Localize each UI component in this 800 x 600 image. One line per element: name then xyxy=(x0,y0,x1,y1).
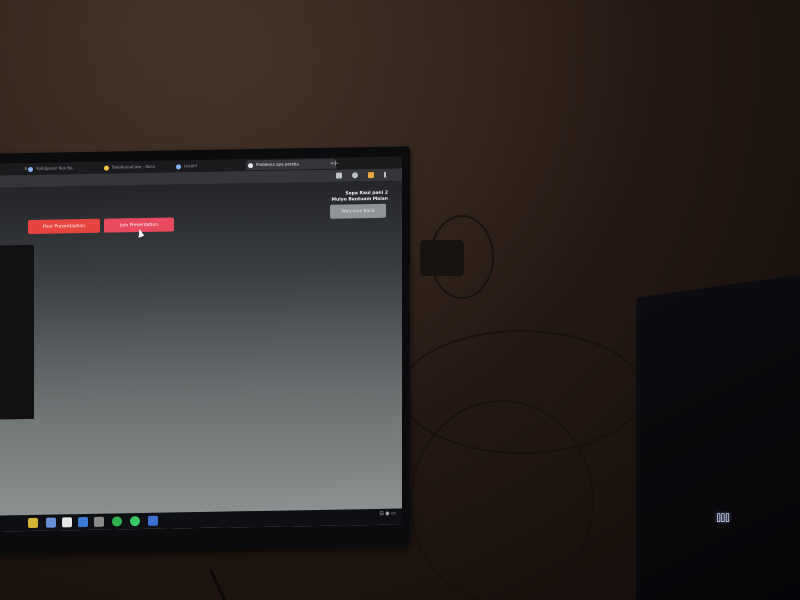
extension-icon[interactable] xyxy=(368,171,374,179)
user-subtitle: Mulyo Bentuam Maian xyxy=(331,196,388,203)
browser-tab[interactable]: Localif xyxy=(174,160,248,171)
tab-label: Localif xyxy=(184,163,197,169)
taskbar-app-icon[interactable] xyxy=(112,516,122,527)
pour-presentation-button[interactable]: Pour Presentastion xyxy=(28,218,100,235)
taskbar-app-icon[interactable] xyxy=(28,517,38,529)
tab-label: Solidparan Rev Ba xyxy=(36,165,73,171)
chrome-tab-favicon xyxy=(28,166,33,173)
taskbar-app-icon[interactable] xyxy=(62,517,72,528)
chrome-tab-favicon xyxy=(248,163,253,169)
cable xyxy=(410,400,594,600)
browser-tab[interactable]: BalaKamaCata - Rasa xyxy=(102,161,178,172)
welcome-back-button[interactable]: Welcome Back xyxy=(330,203,386,219)
taskbar-app-icon[interactable] xyxy=(78,516,88,528)
taskbar-app-icon[interactable] xyxy=(46,517,56,528)
new-tab-icon[interactable]: + xyxy=(332,158,339,169)
browser-tab-active[interactable]: Problema apa pereba × xyxy=(246,158,336,171)
photo-scene: ⌷⌷⌷ × Solidparan Rev Ba BalaKamaCata - R… xyxy=(0,0,800,600)
taskbar-app-icon[interactable] xyxy=(130,516,140,527)
taskbar-app-icon[interactable] xyxy=(148,515,158,526)
menu-icon[interactable] xyxy=(384,171,386,178)
profile-icon[interactable] xyxy=(352,172,358,179)
user-name: Sepa Raul pani 2 xyxy=(345,190,388,197)
pc-tower xyxy=(636,272,800,600)
monitor-screen: × Solidparan Rev Ba BalaKamaCata - Rasa … xyxy=(0,156,402,532)
video-tile xyxy=(0,244,34,420)
power-connector xyxy=(420,240,464,276)
tab-label: BalaKamaCata - Rasa xyxy=(112,163,156,170)
page-content: Sepa Raul pani 2 Mulyo Bentuam Maian Wel… xyxy=(0,180,402,517)
chrome-tab-favicon xyxy=(104,165,109,171)
tab-label: Problema apa pereba xyxy=(256,161,299,168)
taskbar-app-icon[interactable] xyxy=(94,516,104,527)
tower-led-display: ⌷⌷⌷ xyxy=(716,514,730,524)
system-tray[interactable]: ⊡ ◉ ▭ xyxy=(380,511,396,517)
browser-tab[interactable]: Solidparan Rev Ba xyxy=(26,163,106,174)
extension-icon[interactable] xyxy=(336,172,342,179)
chrome-tab-favicon xyxy=(176,164,181,170)
